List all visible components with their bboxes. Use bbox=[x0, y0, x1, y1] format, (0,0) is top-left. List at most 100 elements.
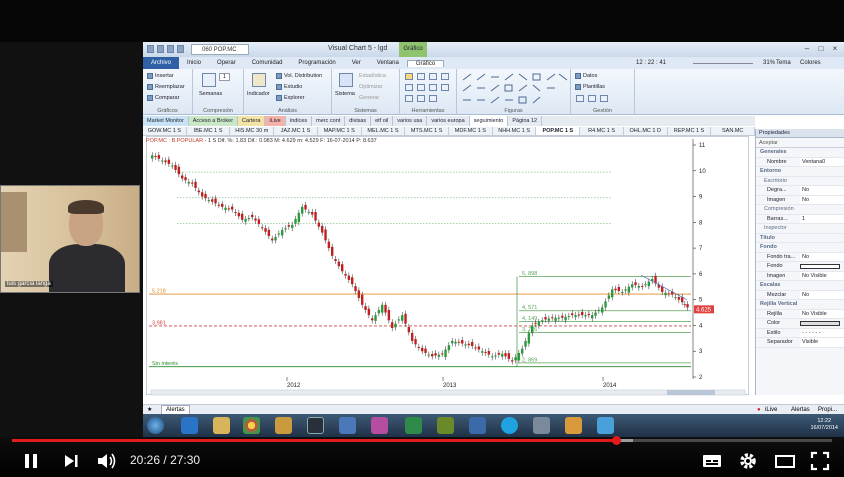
tool-icon[interactable] bbox=[405, 95, 413, 102]
chart-tab-active[interactable]: POP.MC 1 S bbox=[536, 127, 581, 135]
ie-icon[interactable] bbox=[181, 417, 198, 434]
start-button-icon[interactable] bbox=[147, 417, 164, 434]
tool-icon[interactable] bbox=[417, 84, 425, 91]
chart-tab[interactable]: MEL.MC 1 S bbox=[362, 127, 406, 135]
chart-tab[interactable]: HIS.MC 30 m bbox=[230, 127, 275, 135]
tab-market-monitor[interactable]: Market Monitor bbox=[143, 116, 189, 126]
chart-tab[interactable]: JAZ.MC 1 S bbox=[274, 127, 318, 135]
property-value[interactable] bbox=[800, 264, 840, 269]
tool-icon[interactable] bbox=[429, 84, 437, 91]
calendar-icon[interactable] bbox=[202, 73, 216, 87]
sistema-button[interactable]: Sistema bbox=[335, 91, 355, 97]
property-row[interactable]: Mezclar No bbox=[756, 290, 844, 300]
app-icon[interactable] bbox=[437, 417, 454, 434]
indicador-button[interactable]: Indicador bbox=[247, 91, 270, 97]
property-value[interactable] bbox=[800, 321, 840, 326]
estudio-button[interactable]: Estudio bbox=[276, 84, 302, 90]
fullscreen-icon[interactable] bbox=[810, 451, 830, 471]
menu-operar[interactable]: Operar bbox=[209, 60, 244, 66]
chart-tab[interactable]: MAP.MC 1 S bbox=[318, 127, 362, 135]
app-icon[interactable] bbox=[275, 417, 292, 434]
quick-access-toolbar[interactable] bbox=[147, 45, 184, 53]
tema-button[interactable]: Tema bbox=[776, 57, 791, 69]
app-icon[interactable] bbox=[339, 417, 356, 434]
property-value[interactable]: - - - - - - bbox=[800, 328, 844, 337]
insertar-button[interactable]: Insertar bbox=[147, 73, 174, 79]
theater-mode-icon[interactable] bbox=[774, 451, 796, 471]
chart-tab[interactable]: MTS.MC 1 S bbox=[405, 127, 450, 135]
property-value[interactable]: Ventana0 bbox=[800, 157, 844, 166]
property-value[interactable]: Visible bbox=[800, 338, 844, 347]
chart-tab[interactable]: OHL.MC 1 D bbox=[624, 127, 668, 135]
chart-tab[interactable]: SAN.MC bbox=[711, 127, 756, 135]
tab-merc-cont[interactable]: merc cont bbox=[312, 116, 346, 126]
property-row[interactable]: Rejilla No Visible bbox=[756, 309, 844, 319]
chrome-icon[interactable] bbox=[243, 417, 260, 434]
property-value[interactable]: No bbox=[800, 186, 844, 195]
tab-varios-usa[interactable]: varios usa bbox=[393, 116, 428, 126]
tab-varios-europa[interactable]: varios europa bbox=[427, 116, 470, 126]
property-row[interactable]: Degra... No bbox=[756, 186, 844, 196]
system-icon[interactable] bbox=[339, 73, 353, 87]
reemplazar-button[interactable]: Reemplazar bbox=[147, 84, 185, 90]
nav-icon[interactable] bbox=[576, 95, 584, 102]
properties-accept[interactable]: Aceptar bbox=[756, 138, 844, 148]
chart-tab[interactable]: IBE.MC 1 S bbox=[187, 127, 231, 135]
tool-icon[interactable] bbox=[405, 84, 413, 91]
comparar-button[interactable]: Comparar bbox=[147, 95, 179, 101]
taskbar-clock[interactable]: 12:22 16/07/2014 bbox=[810, 418, 838, 432]
property-row[interactable]: Barras... 1 bbox=[756, 214, 844, 224]
property-row[interactable]: Separador Visible bbox=[756, 338, 844, 348]
tool-icon[interactable] bbox=[417, 95, 425, 102]
scrollbar-thumb[interactable] bbox=[667, 390, 715, 395]
zoom-slider[interactable] bbox=[693, 57, 753, 64]
estadistica-button[interactable]: Estadística bbox=[359, 73, 386, 79]
tab-acceso-broker[interactable]: Acceso a Broker bbox=[188, 116, 239, 126]
tool-icon[interactable] bbox=[429, 73, 437, 80]
property-value[interactable]: No bbox=[800, 252, 844, 261]
chart-canvas[interactable]: 11 10 9 8 7 6 5 4 3 2 2012 2013 2014 5.218 3.981 5, 898… bbox=[147, 137, 750, 396]
app-icon[interactable] bbox=[533, 417, 550, 434]
semanas-dropdown[interactable]: Semanas bbox=[199, 91, 222, 97]
tool-icon[interactable] bbox=[429, 95, 437, 102]
app-icon[interactable] bbox=[597, 417, 614, 434]
pointer-tool-icon[interactable] bbox=[405, 73, 413, 80]
nav-icon[interactable] bbox=[600, 95, 608, 102]
property-row[interactable]: Color bbox=[756, 319, 844, 329]
horizontal-scrollbar[interactable] bbox=[150, 389, 746, 396]
datos-button[interactable]: Datos bbox=[575, 73, 597, 79]
tab-divisas[interactable]: divisas bbox=[345, 116, 372, 126]
tool-icon[interactable] bbox=[417, 73, 425, 80]
app-icon[interactable] bbox=[565, 417, 582, 434]
file-selector[interactable]: 060 POP.MC bbox=[191, 44, 249, 55]
tab-cartera[interactable]: Cartera bbox=[238, 116, 266, 126]
chart-tab[interactable]: REP.MC 1 S bbox=[668, 127, 712, 135]
progress-bar[interactable] bbox=[12, 436, 832, 445]
visual-chart-icon[interactable] bbox=[307, 417, 324, 434]
generar-button[interactable]: Generar bbox=[359, 95, 379, 101]
tab-pagina-12[interactable]: Página 12 bbox=[508, 116, 543, 126]
app-icon[interactable] bbox=[371, 417, 388, 434]
property-row[interactable]: Estilo - - - - - - bbox=[756, 328, 844, 338]
price-chart[interactable]: 11 10 9 8 7 6 5 4 3 2 2012 2013 2014 5.218 3.981 5, 898… bbox=[146, 136, 750, 396]
menu-grafico[interactable]: Gráfico bbox=[406, 59, 445, 67]
compression-value[interactable]: 1 bbox=[219, 73, 231, 81]
subtitles-icon[interactable] bbox=[702, 451, 722, 471]
vol-distribution-button[interactable]: Vol. Distribution bbox=[276, 73, 322, 79]
colores-button[interactable]: Colores bbox=[800, 57, 821, 69]
menu-archivo[interactable]: Archivo bbox=[143, 57, 180, 69]
app-icon[interactable] bbox=[469, 417, 486, 434]
chart-tab[interactable]: GOW.MC 1 S bbox=[143, 127, 187, 135]
settings-icon[interactable] bbox=[738, 451, 758, 471]
tool-icon[interactable] bbox=[441, 73, 449, 80]
property-row[interactable]: Imagen No bbox=[756, 195, 844, 205]
tab-ilive[interactable]: iLive bbox=[265, 116, 286, 126]
chart-tab[interactable]: R4.MC 1 S bbox=[580, 127, 624, 135]
property-value[interactable]: No Visible bbox=[800, 271, 844, 280]
menu-comunidad[interactable]: Comunidad bbox=[244, 60, 291, 66]
figure-tools[interactable] bbox=[457, 71, 571, 107]
property-value[interactable]: No bbox=[800, 195, 844, 204]
tab-etf-oil[interactable]: etf oil bbox=[371, 116, 394, 126]
menu-ventana[interactable]: Ventana bbox=[369, 60, 407, 66]
property-row[interactable]: Imagen No Visible bbox=[756, 271, 844, 281]
